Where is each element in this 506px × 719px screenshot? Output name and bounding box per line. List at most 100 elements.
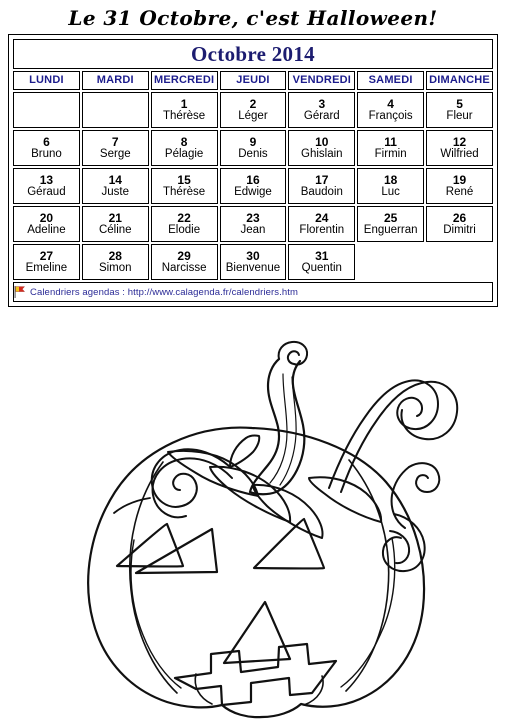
day-saint: Gérard (303, 110, 340, 123)
day-saint: Jean (240, 224, 266, 237)
day-cell[interactable]: 10 Ghislain (288, 130, 356, 166)
day-cell[interactable]: 28 Simon (81, 244, 149, 280)
day-cell[interactable]: 11 Firmin (357, 130, 425, 166)
day-saint: Adeline (27, 224, 66, 237)
vine-left-spiral-outer (151, 457, 233, 519)
day-cell[interactable]: 2 Léger (219, 92, 287, 128)
pumpkin-illustration (0, 302, 506, 719)
jack-o-lantern-svg (87, 340, 459, 719)
day-cell[interactable]: 20 Adeline (13, 206, 80, 242)
day-saint: Ghislain (301, 148, 343, 161)
page-title: Le 31 Octobre, c'est Halloween! (68, 6, 438, 30)
day-saint: François (368, 110, 413, 123)
day-saint: Baudoin (300, 186, 343, 199)
calendar-week-row: 6 Bruno 7 Serge 8 Pélagie 9 Denis 10 Ghi… (13, 130, 493, 166)
day-saint: Dimitri (443, 224, 476, 237)
day-number: 7 (111, 134, 119, 149)
calendar-week-row: 20 Adeline 21 Céline 22 Elodie 23 Jean 2… (13, 206, 493, 242)
day-cell[interactable]: 18 Luc (357, 168, 425, 204)
vine-right-small-spiral (408, 462, 441, 493)
day-saint (14, 110, 79, 112)
day-number: 11 (384, 134, 397, 149)
day-cell[interactable]: 13 Géraud (13, 168, 80, 204)
weekday-header-lundi: LUNDI (13, 71, 80, 90)
day-cell-empty (357, 244, 424, 280)
pumpkin-stem-top (277, 340, 309, 366)
day-cell[interactable]: 5 Fleur (426, 92, 493, 128)
pumpkin-leaf-right (308, 476, 383, 523)
month-title: Octobre 2014 (13, 39, 493, 69)
day-cell[interactable]: 21 Céline (81, 206, 149, 242)
day-cell[interactable]: 1 Thérèse (150, 92, 218, 128)
day-number: 8 (180, 134, 188, 149)
day-number: 2 (249, 96, 257, 111)
day-cell[interactable]: 22 Elodie (150, 206, 218, 242)
day-cell[interactable]: 19 René (426, 168, 493, 204)
day-saint: Céline (98, 224, 132, 237)
day-saint: Pélagie (164, 148, 204, 161)
day-number: 20 (39, 210, 54, 225)
day-cell[interactable]: 26 Dimitri (426, 206, 493, 242)
day-number: 28 (108, 248, 122, 263)
day-cell[interactable]: 31 Quentin (288, 244, 356, 280)
day-saint (83, 110, 148, 112)
day-number: 15 (177, 172, 191, 187)
day-cell[interactable]: 4 François (357, 92, 425, 128)
calendar-footer-row: Calendriers agendas : http://www.calagen… (13, 282, 493, 302)
day-number: 13 (39, 172, 54, 187)
day-cell[interactable] (81, 92, 149, 128)
calendar-body: 1 Thérèse 2 Léger 3 Gérard 4 François 5 (13, 92, 493, 302)
day-number: 14 (108, 172, 122, 187)
day-cell[interactable]: 25 Enguerran (357, 206, 425, 242)
day-cell[interactable]: 6 Bruno (13, 130, 80, 166)
day-saint: Wilfried (440, 148, 479, 161)
day-cell[interactable]: 27 Emeline (13, 244, 80, 280)
day-cell[interactable] (13, 92, 80, 128)
pumpkin-nose (222, 600, 292, 665)
day-saint: Luc (381, 186, 400, 199)
day-number: 4 (387, 96, 394, 111)
day-number: 30 (246, 248, 260, 263)
weekday-header-dimanche: DIMANCHE (426, 71, 493, 90)
calendar-source-link[interactable]: Calendriers agendas : http://www.calagen… (30, 287, 298, 298)
pumpkin-right-eye-shape (252, 517, 326, 570)
day-saint: Thérèse (163, 186, 206, 199)
day-cell[interactable]: 12 Wilfried (426, 130, 493, 166)
day-cell[interactable]: 17 Baudoin (288, 168, 356, 204)
day-cell[interactable]: 15 Thérèse (150, 168, 218, 204)
day-number: 1 (180, 96, 188, 111)
day-cell[interactable]: 30 Bienvenue (219, 244, 287, 280)
day-saint: Léger (238, 110, 268, 123)
day-number: 16 (246, 172, 260, 187)
weekday-header-mardi: MARDI (81, 71, 149, 90)
day-cell[interactable]: 24 Florentin (288, 206, 356, 242)
day-saint: Géraud (27, 186, 66, 199)
day-cell[interactable]: 9 Denis (219, 130, 287, 166)
day-saint: Serge (99, 148, 131, 161)
calendar-week-row: 13 Géraud 14 Juste 15 Thérèse 16 Edwige … (13, 168, 493, 204)
day-cell[interactable]: 16 Edwige (219, 168, 287, 204)
vine-left-stem-connector (113, 497, 151, 514)
calendar-week-row: 27 Emeline 28 Simon 29 Narcisse 30 Bienv… (13, 244, 493, 280)
day-cell[interactable]: 8 Pélagie (150, 130, 218, 166)
weekday-header-samedi: SAMEDI (357, 71, 425, 90)
day-cell[interactable]: 23 Jean (219, 206, 287, 242)
day-cell[interactable]: 29 Narcisse (150, 244, 218, 280)
day-saint (426, 262, 493, 264)
weekday-header-row: LUNDI MARDI MERCREDI JEUDI VENDREDI SAME… (13, 71, 493, 90)
day-saint: Narcisse (161, 262, 207, 275)
pumpkin-mouth (173, 642, 338, 707)
day-cell[interactable]: 14 Juste (81, 168, 149, 204)
day-number: 6 (43, 134, 50, 149)
day-number: 22 (177, 210, 191, 225)
day-number: 12 (452, 134, 467, 149)
day-number: 19 (452, 172, 467, 187)
day-saint: Florentin (299, 224, 345, 237)
calendar-container: Octobre 2014 LUNDI MARDI MERCREDI JEUDI … (8, 34, 498, 307)
day-number: 21 (108, 210, 122, 225)
day-cell[interactable]: 3 Gérard (288, 92, 356, 128)
day-number: 5 (456, 96, 463, 111)
day-saint: Elodie (168, 224, 201, 237)
day-cell[interactable]: 7 Serge (81, 130, 149, 166)
weekday-header-jeudi: JEUDI (219, 71, 287, 90)
